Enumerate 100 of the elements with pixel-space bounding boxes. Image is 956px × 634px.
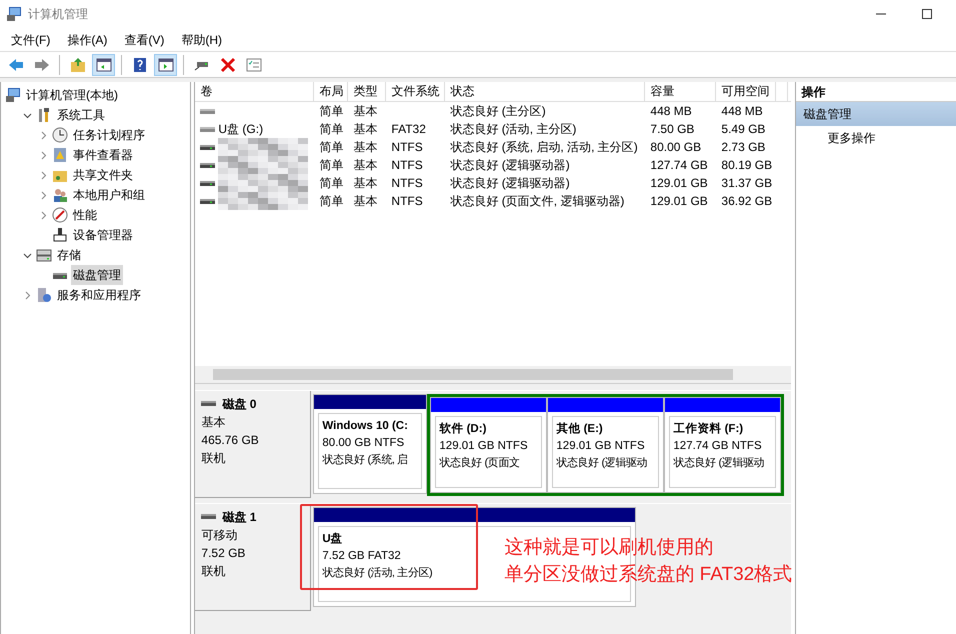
partition-name: Windows 10 (C: [322, 419, 408, 434]
column-header[interactable]: 卷 [195, 82, 314, 101]
partition-size: 7.52 GB FAT32 [322, 549, 401, 564]
expand-chevron-icon[interactable] [22, 290, 32, 300]
disk-name: 磁盘 1 [222, 509, 256, 526]
table-cell: 5.49 GB [721, 122, 766, 136]
tree-item[interactable]: 事件查看器 [71, 145, 135, 165]
partition-name: 工作资料 (F:) [673, 421, 744, 437]
expand-chevron-icon[interactable] [38, 130, 48, 140]
menu-item[interactable]: 文件(F) [5, 30, 56, 48]
disk-info: 可移动 [201, 527, 238, 544]
maximize-icon[interactable] [922, 9, 932, 19]
column-header[interactable]: 容量 [645, 82, 716, 101]
column-header[interactable]: 状态 [445, 82, 646, 101]
show-action-pane-button[interactable] [154, 54, 177, 76]
column-header[interactable]: 可用空间 [716, 82, 776, 101]
expand-chevron-icon[interactable] [38, 150, 48, 160]
partition-status: 状态良好 (活动, 主分区) [322, 566, 432, 581]
properties-icon [246, 56, 262, 72]
show-tree-icon [96, 56, 112, 72]
expand-chevron-icon[interactable] [38, 190, 48, 200]
menu-item[interactable]: 帮助(H) [175, 30, 228, 48]
disk-info: 基本 [201, 414, 226, 431]
table-cell: 基本 [353, 158, 378, 172]
tree-item[interactable]: 任务计划程序 [71, 125, 147, 145]
tree-item[interactable]: 本地用户和组 [71, 185, 147, 205]
storage-icon [36, 247, 52, 263]
table-cell: 简单 [319, 104, 344, 118]
column-header[interactable]: 布局 [314, 82, 348, 101]
disk-info: 465.76 GB [201, 432, 260, 449]
table-cell: 状态良好 (主分区) [450, 104, 546, 118]
table-cell: 状态良好 (系统, 启动, 活动, 主分区) [450, 140, 638, 154]
table-cell: 简单 [319, 122, 344, 136]
table-cell: 状态良好 (逻辑驱动器) [450, 158, 570, 172]
folder-up-icon [70, 56, 86, 72]
tree-item[interactable]: 计算机管理(本地) [24, 85, 120, 105]
tree-item[interactable]: 磁盘管理 [71, 265, 123, 285]
partition-size: 127.74 GB NTFS [673, 439, 762, 454]
table-cell: 7.50 GB [650, 122, 694, 136]
tree-item[interactable]: 系统工具 [55, 105, 107, 125]
tree-item[interactable]: 设备管理器 [71, 225, 135, 245]
table-cell: 129.01 GB [650, 194, 708, 208]
column-header[interactable]: 文件系统 [386, 82, 446, 101]
actions-section[interactable]: 磁盘管理 [796, 102, 956, 126]
disk-info: 7.52 GB [201, 545, 246, 562]
computer-icon [5, 87, 21, 103]
action-link[interactable]: 更多操作 [796, 126, 956, 150]
table-cell: 2.73 GB [721, 140, 766, 154]
menu-item[interactable]: 查看(V) [118, 30, 170, 48]
table-cell: 状态良好 (活动, 主分区) [450, 122, 576, 136]
window-title: 计算机管理 [28, 6, 88, 23]
tree-item[interactable]: 存储 [55, 245, 83, 265]
column-header[interactable]: 类型 [348, 82, 386, 101]
table-cell: 80.19 GB [721, 158, 772, 172]
table-cell: 基本 [353, 140, 378, 154]
collapse-chevron-icon[interactable] [22, 110, 32, 120]
computer-management-icon [6, 6, 22, 22]
table-cell: 基本 [353, 104, 378, 118]
expand-chevron-icon[interactable] [38, 170, 48, 180]
collapse-chevron-icon[interactable] [22, 250, 32, 260]
partition-status: 状态良好 (逻辑驱动 [556, 456, 648, 471]
table-cell: 基本 [353, 122, 378, 136]
back-arrow-icon [8, 56, 24, 72]
table-cell: NTFS [391, 176, 423, 190]
forward-arrow-icon [34, 56, 50, 72]
disk-info: 联机 [201, 563, 226, 580]
table-cell: 状态良好 (页面文件, 逻辑驱动器) [450, 194, 624, 208]
delete-icon [220, 56, 236, 72]
partition-name: 其他 (E:) [556, 421, 603, 437]
help-icon [132, 56, 148, 72]
horizontal-scrollbar[interactable] [195, 366, 791, 383]
partition-name: 软件 (D:) [439, 422, 486, 437]
clock-icon [52, 127, 68, 143]
table-cell: 简单 [319, 140, 344, 154]
table-cell: 36.92 GB [721, 194, 772, 208]
expand-chevron-icon[interactable] [38, 210, 48, 220]
table-cell: NTFS [391, 140, 423, 154]
services-icon [36, 287, 52, 303]
tree-item[interactable]: 服务和应用程序 [55, 285, 143, 305]
tree-item[interactable]: 共享文件夹 [71, 165, 135, 185]
table-cell: NTFS [391, 158, 423, 172]
device-icon [52, 227, 68, 243]
partition-status: 状态良好 (页面文 [439, 456, 520, 471]
table-cell: 80.00 GB [650, 140, 702, 154]
partition-status: 状态良好 (逻辑驱动 [673, 456, 764, 471]
table-cell: 448 MB [650, 104, 692, 118]
show-action-pane-icon [158, 56, 174, 72]
tools-icon [36, 107, 52, 123]
table-cell: FAT32 [391, 122, 426, 136]
table-cell: 基本 [353, 176, 378, 190]
show-tree-button[interactable] [92, 54, 115, 76]
partition-size: 129.01 GB NTFS [556, 439, 645, 454]
event-icon [52, 147, 68, 163]
annotation-text: 这种就是可以刷机使用的 单分区没做过系统盘的 FAT32格式 [504, 536, 792, 587]
table-cell: 129.01 GB [650, 176, 708, 190]
partition-size: 80.00 GB NTFS [322, 436, 404, 451]
menu-item[interactable]: 操作(A) [61, 30, 114, 48]
disk-name: 磁盘 0 [222, 396, 256, 413]
tree-item[interactable]: 性能 [71, 205, 99, 225]
table-cell: 简单 [319, 176, 344, 190]
